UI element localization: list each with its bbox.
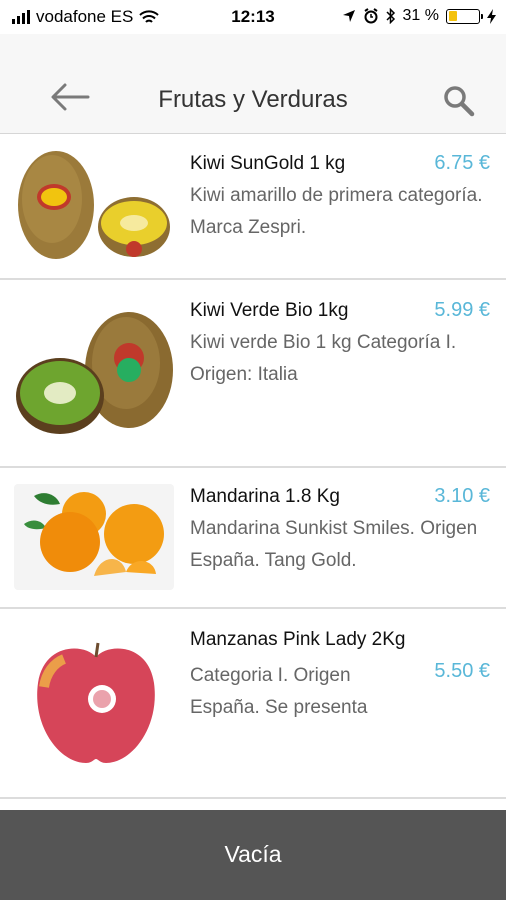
product-name: Kiwi Verde Bio 1kg	[190, 300, 349, 321]
pink-lady-image	[14, 639, 178, 767]
product-price: 6.75 €	[434, 152, 490, 174]
search-button[interactable]	[442, 84, 476, 118]
battery-icon	[446, 8, 483, 24]
charging-bolt-icon	[487, 8, 496, 24]
product-item-mandarina[interactable]: Mandarina 1.8 Kg 3.10 € Mandarina Sunkis…	[0, 468, 506, 609]
product-item-kiwi-verde[interactable]: Kiwi Verde Bio 1kg 5.99 € Kiwi verde Bio…	[0, 280, 506, 468]
product-price: 3.10 €	[434, 485, 490, 507]
product-description: Categoria I. Origen España. Se presenta	[190, 665, 368, 718]
bluetooth-icon	[386, 8, 395, 24]
product-description: Kiwi amarillo de primera categoría. Marc…	[190, 185, 483, 238]
product-description: Kiwi verde Bio 1 kg Categoría I. Origen:…	[190, 332, 457, 385]
product-name: Kiwi SunGold 1 kg	[190, 153, 346, 174]
product-name: Manzanas Pink Lady 2Kg	[190, 629, 406, 650]
location-arrow-icon	[342, 10, 355, 22]
product-list: Kiwi SunGold 1 kg 6.75 € Kiwi amarillo d…	[0, 135, 506, 799]
alarm-icon	[363, 8, 378, 24]
mandarina-image	[14, 484, 178, 590]
battery-percent-label: 31 %	[402, 7, 439, 24]
empty-cart-button[interactable]: Vacía	[0, 810, 506, 900]
status-bar-right: 31 %	[342, 7, 496, 25]
product-price: 5.99 €	[434, 299, 490, 321]
product-item-kiwi-sungold[interactable]: Kiwi SunGold 1 kg 6.75 € Kiwi amarillo d…	[0, 135, 506, 280]
product-description: Mandarina Sunkist Smiles. Origen España.…	[190, 518, 478, 571]
product-item-pink-lady[interactable]: Manzanas Pink Lady 2Kg 5.50 € Categoria …	[0, 609, 506, 799]
product-name: Mandarina 1.8 Kg	[190, 486, 340, 507]
status-bar: vodafone ES 12:13 31 %	[0, 0, 506, 34]
page-title: Frutas y Verduras	[158, 86, 348, 113]
nav-header: Frutas y Verduras	[0, 34, 506, 134]
kiwi-sungold-image	[14, 147, 178, 265]
kiwi-verde-image	[14, 308, 178, 438]
product-price: 5.50 €	[434, 660, 490, 682]
search-icon	[444, 86, 475, 117]
